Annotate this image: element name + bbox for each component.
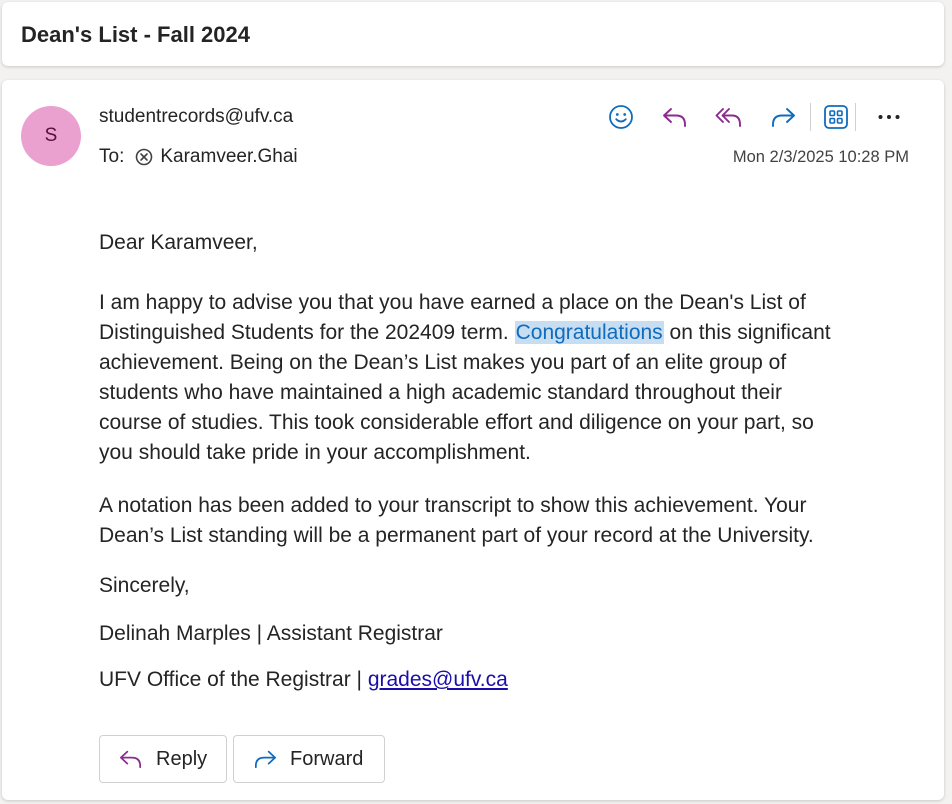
avatar-initial: S — [44, 125, 58, 146]
email-subject: Dean's List - Fall 2024 — [21, 22, 250, 47]
sent-date: Mon 2/3/2025 10:28 PM — [732, 148, 909, 166]
reply-button[interactable]: Reply — [99, 735, 227, 783]
signature-name: Delinah Marples | Assistant Registrar — [99, 622, 443, 645]
signature-office: UFV Office of the Registrar | grades@ufv… — [99, 665, 899, 695]
message-card: S studentrecords@ufv.ca To: Karamveer.Gh… — [2, 80, 944, 800]
greeting: Dear Karamveer, — [99, 231, 258, 254]
email-link[interactable]: grades@ufv.ca — [368, 668, 508, 691]
reply-all-icon[interactable] — [710, 100, 748, 134]
forward-button-label: Forward — [290, 747, 364, 770]
forward-icon[interactable] — [764, 100, 802, 134]
sender-avatar[interactable]: S — [21, 106, 81, 166]
reply-icon[interactable] — [656, 100, 694, 134]
signature-office-text: UFV Office of the Registrar | — [99, 668, 368, 691]
body-paragraph-1: I am happy to advise you that you have e… — [99, 288, 899, 468]
toolbar-divider — [810, 103, 811, 131]
subject-header: Dean's List - Fall 2024 — [2, 2, 944, 66]
reply-button-label: Reply — [156, 747, 208, 770]
forward-button[interactable]: Forward — [233, 735, 385, 783]
message-body: Dear Karamveer, I am happy to advise you… — [99, 228, 899, 695]
apps-icon[interactable] — [817, 100, 855, 134]
emoji-icon[interactable] — [602, 100, 640, 134]
reply-icon — [118, 748, 144, 770]
recipients-row: To: Karamveer.Ghai — [99, 146, 298, 168]
recipient-name[interactable]: Karamveer.Ghai — [160, 146, 297, 168]
body-paragraph-2: A notation has been added to your transc… — [99, 494, 814, 547]
to-label: To: — [99, 146, 125, 167]
message-actions-toolbar — [602, 100, 908, 134]
remove-recipient-icon[interactable] — [134, 147, 154, 167]
forward-icon — [252, 748, 278, 770]
sender-email[interactable]: studentrecords@ufv.ca — [99, 106, 293, 128]
highlighted-word[interactable]: Congratulations — [514, 321, 664, 344]
more-icon[interactable] — [870, 100, 908, 134]
toolbar-divider — [855, 103, 856, 131]
closing: Sincerely, — [99, 574, 190, 597]
